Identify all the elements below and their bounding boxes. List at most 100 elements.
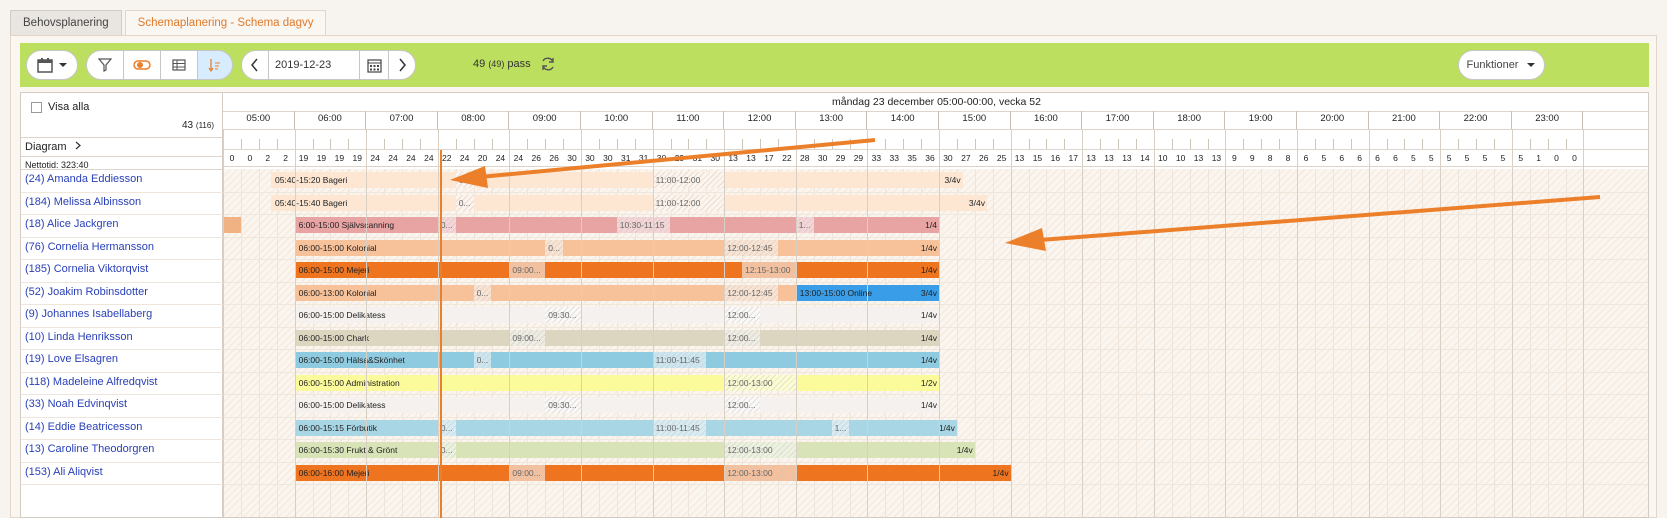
quarter-tick	[330, 139, 332, 149]
date-input[interactable]: 2019-12-23	[268, 50, 360, 80]
employee-name[interactable]: (153) Ali Aliqvist	[25, 466, 103, 478]
shift-bar[interactable]: 06:00-15:00 Kolonial	[294, 239, 939, 256]
sort-button[interactable]	[197, 50, 233, 80]
quarter-tick	[1458, 139, 1460, 149]
employee-name[interactable]: (185) Cornelia Viktorqvist	[25, 263, 148, 275]
break-block[interactable]: 12:00...	[724, 329, 760, 346]
visa-alla-row[interactable]: Visa alla	[31, 101, 89, 113]
employee-name[interactable]: (9) Johannes Isabellaberg	[25, 308, 152, 320]
employee-name[interactable]: (13) Caroline Theodorgren	[25, 443, 154, 455]
quarter-tick	[1028, 139, 1030, 149]
prev-day-button[interactable]	[241, 50, 269, 80]
break-block[interactable]: 0...	[473, 284, 492, 301]
employee-name[interactable]: (118) Madeleine Alfredqvist	[25, 376, 157, 388]
shift-bar[interactable]: 06:00-15:30 Frukt & Grönt	[294, 442, 975, 458]
next-day-button[interactable]	[388, 50, 416, 80]
quarter-tick	[1171, 139, 1173, 149]
pre-shift-block[interactable]	[223, 217, 241, 233]
employee-name[interactable]: (10) Linda Henriksson	[25, 331, 133, 343]
break-block[interactable]: 12:00...	[724, 397, 760, 413]
shift-bar[interactable]: 06:00-15:00 Administration	[294, 374, 939, 391]
break-block[interactable]: 1...	[831, 419, 850, 436]
employee-name[interactable]: (18) Alice Jackgren	[25, 218, 119, 230]
hour-label: 15:00	[939, 111, 1011, 129]
break-block[interactable]: 09:30...	[545, 397, 581, 413]
break-block[interactable]: 12:00-12:45	[724, 284, 778, 301]
nettotid-value: 5	[1500, 153, 1506, 163]
shift-bar[interactable]: 06:00-15:00 Mejeri	[294, 262, 939, 278]
employee-name[interactable]: (76) Cornelia Hermansson	[25, 241, 154, 253]
break-block[interactable]: 0...	[455, 194, 474, 211]
hour-label: 22:00	[1440, 111, 1512, 129]
tab-behovsplanering[interactable]: Behovsplanering	[10, 10, 122, 36]
table-view-button[interactable]	[160, 50, 198, 80]
shift-bar[interactable]: 05:40-15:40 Bageri	[270, 194, 987, 211]
break-block[interactable]: 12:00-13:00	[724, 464, 796, 481]
shift-bar[interactable]: 06:00-15:15 Förbutik	[294, 419, 957, 436]
hour-label: 18:00	[1154, 111, 1226, 129]
row-divider	[21, 439, 223, 440]
calendar-icon	[36, 58, 53, 73]
break-block[interactable]: 09:30...	[545, 307, 581, 323]
diagram-label: Diagram	[25, 141, 67, 153]
nettotid-value: 0	[229, 153, 235, 163]
funktioner-dropdown[interactable]: Funktioner	[1458, 50, 1545, 80]
employee-name[interactable]: (184) Melissa Albinsson	[25, 196, 141, 208]
break-block[interactable]: 12:00...	[724, 307, 760, 323]
row-divider	[21, 326, 223, 328]
break-block[interactable]: 11:00-11:45	[652, 419, 707, 436]
employee-name[interactable]: (52) Joakim Robinsdotter	[25, 286, 148, 298]
funktioner-label: Funktioner	[1466, 59, 1519, 71]
quarter-tick	[1279, 139, 1281, 149]
nettotid-value: 8	[1267, 153, 1273, 163]
break-block[interactable]: 1...	[795, 217, 814, 233]
break-block[interactable]: 12:00-12:45	[724, 239, 778, 256]
employee-name[interactable]: (14) Eddie Beatricesson	[25, 421, 142, 433]
break-block[interactable]: 09:00...	[509, 329, 546, 346]
nettotid-value: 2	[265, 153, 271, 163]
employee-name[interactable]: (24) Amanda Eddiesson	[25, 173, 142, 185]
break-block[interactable]: 12:00-13:00	[724, 374, 796, 391]
pass-label: pass	[507, 58, 531, 70]
toggle-visibility-button[interactable]	[123, 50, 161, 80]
diagram-toggle[interactable]: Diagram	[25, 141, 82, 153]
refresh-icon[interactable]	[540, 56, 556, 72]
shift-bar[interactable]: 06:00-15:00 Hälsa&Skönhet	[294, 352, 939, 368]
break-block[interactable]: 12:00-13:00	[724, 442, 796, 458]
filter-button[interactable]	[86, 50, 124, 80]
break-block[interactable]: 10:30-11:15	[616, 217, 671, 233]
row-divider	[21, 191, 223, 193]
hour-label: 09:00	[509, 111, 581, 129]
break-block[interactable]: 09:00...	[509, 262, 546, 278]
employee-name[interactable]: (33) Noah Edvinqvist	[25, 398, 127, 410]
nettotid-value: 24	[406, 153, 416, 163]
nettotid-value: 0	[1572, 153, 1577, 163]
shift-bar[interactable]: 06:00-13:00 Kolonial	[294, 284, 796, 301]
nettotid-value: 17	[1068, 153, 1078, 163]
break-block[interactable]: 11:00-11:45	[652, 352, 707, 368]
quarter-tick	[1476, 139, 1477, 149]
nettotid-value: 30	[943, 153, 953, 163]
quarter-tick	[223, 129, 224, 517]
hour-label: 16:00	[1011, 111, 1083, 129]
quarter-tick	[1565, 139, 1567, 149]
nettotid-value: 5	[1410, 153, 1416, 163]
date-picker-button[interactable]	[359, 50, 389, 80]
tab-schemaplanering[interactable]: Schemaplanering - Schema dagvy	[124, 10, 327, 36]
break-block[interactable]: 12:15-13:00	[742, 262, 796, 278]
shift-fraction: 1/4v	[938, 422, 955, 433]
break-block[interactable]: 09:00...	[509, 464, 546, 481]
break-block[interactable]: 11:00-12:00	[652, 194, 725, 211]
quarter-tick	[1189, 139, 1191, 149]
shift-bar[interactable]: 06:00-15:00 Chark	[294, 329, 939, 346]
shift-bar[interactable]: 06:00-15:00 Delikatess	[294, 397, 939, 413]
visa-alla-checkbox[interactable]	[31, 101, 42, 113]
quarter-tick	[1404, 139, 1406, 149]
calendar-view-dropdown[interactable]	[26, 50, 78, 80]
employee-name[interactable]: (19) Love Elsagren	[25, 353, 118, 365]
sort-icon	[208, 59, 220, 72]
break-block[interactable]: 0...	[545, 239, 564, 256]
row-divider	[21, 461, 223, 463]
shift-bar[interactable]: 06:00-15:00 Delikatess	[294, 307, 939, 323]
break-block[interactable]: 0...	[473, 352, 492, 368]
